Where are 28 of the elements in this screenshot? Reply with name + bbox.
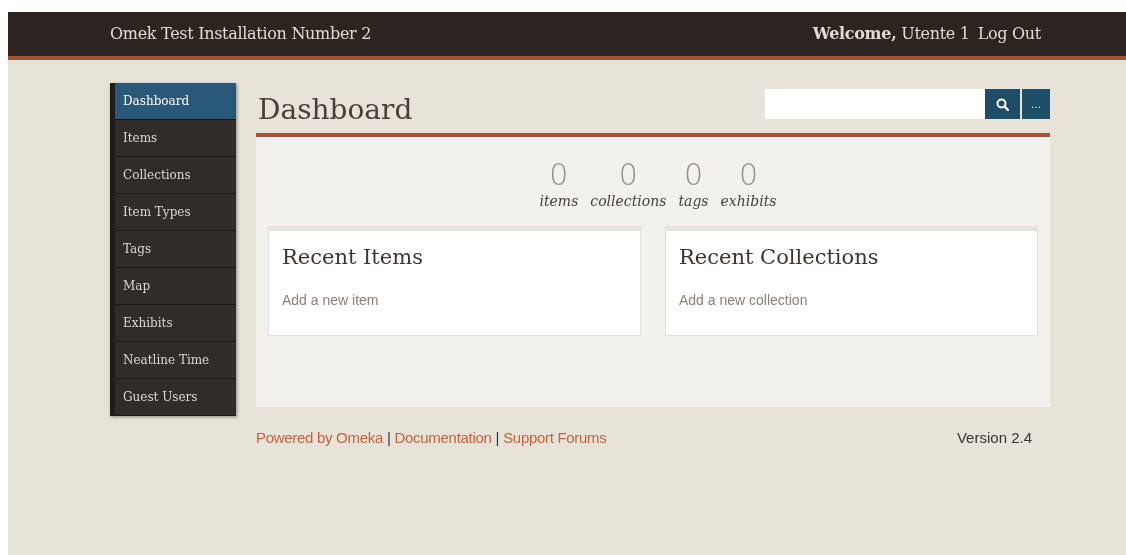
sidebar-item[interactable]: Exhibits [115, 305, 236, 342]
sidebar-item[interactable]: Item Types [115, 194, 236, 231]
sidebar-item[interactable]: Collections [115, 157, 236, 194]
search-field[interactable] [765, 89, 985, 119]
page-title: Dashboard [258, 96, 413, 124]
welcome-text: Welcome, Utente 1 [812, 23, 970, 45]
version-text: Version 2.4 [956, 428, 1032, 448]
search-icon [996, 97, 1009, 111]
sidebar-item[interactable]: Dashboard [115, 83, 236, 120]
search-button[interactable] [985, 89, 1020, 119]
stat-label[interactable]: tags [678, 191, 709, 212]
sidebar-item[interactable]: Tags [115, 231, 236, 268]
separator: | [386, 428, 391, 448]
stat-label[interactable]: items [539, 191, 579, 212]
site-title[interactable]: Omek Test Installation Number 2 [110, 22, 372, 46]
card-title: Recent Items [282, 247, 424, 268]
stat-label[interactable]: collections [590, 191, 667, 212]
add-link[interactable]: Add a new item [282, 290, 627, 311]
more-button[interactable]: … [1022, 89, 1050, 119]
sidebar-item[interactable]: Neatline Time [115, 342, 236, 379]
add-link[interactable]: Add a new collection [679, 290, 1024, 311]
sidebar-item[interactable]: Guest Users [115, 379, 236, 416]
stat-label[interactable]: exhibits [720, 191, 777, 212]
logout-link[interactable]: Log Out [977, 22, 1041, 46]
separator: | [495, 428, 500, 448]
sidebar-item[interactable]: Items [115, 120, 236, 157]
sidebar-item[interactable]: Map [115, 268, 236, 305]
card-title: Recent Collections [679, 247, 880, 268]
